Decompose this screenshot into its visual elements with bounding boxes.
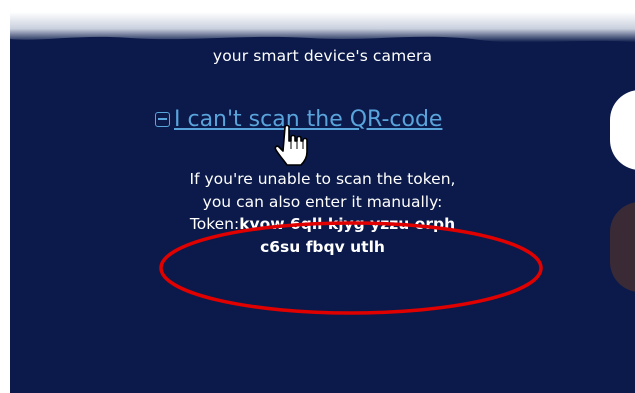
camera-caption: your smart device's camera bbox=[212, 47, 433, 65]
red-ellipse-annotation bbox=[159, 221, 543, 315]
collapse-box-icon[interactable] bbox=[155, 112, 170, 127]
manual-entry-line2: you can also enter it manually: bbox=[202, 192, 443, 211]
side-card-white bbox=[610, 90, 635, 170]
manual-entry-line1: If you're unable to scan the token, bbox=[189, 170, 456, 188]
hand-pointer-icon bbox=[274, 124, 308, 166]
